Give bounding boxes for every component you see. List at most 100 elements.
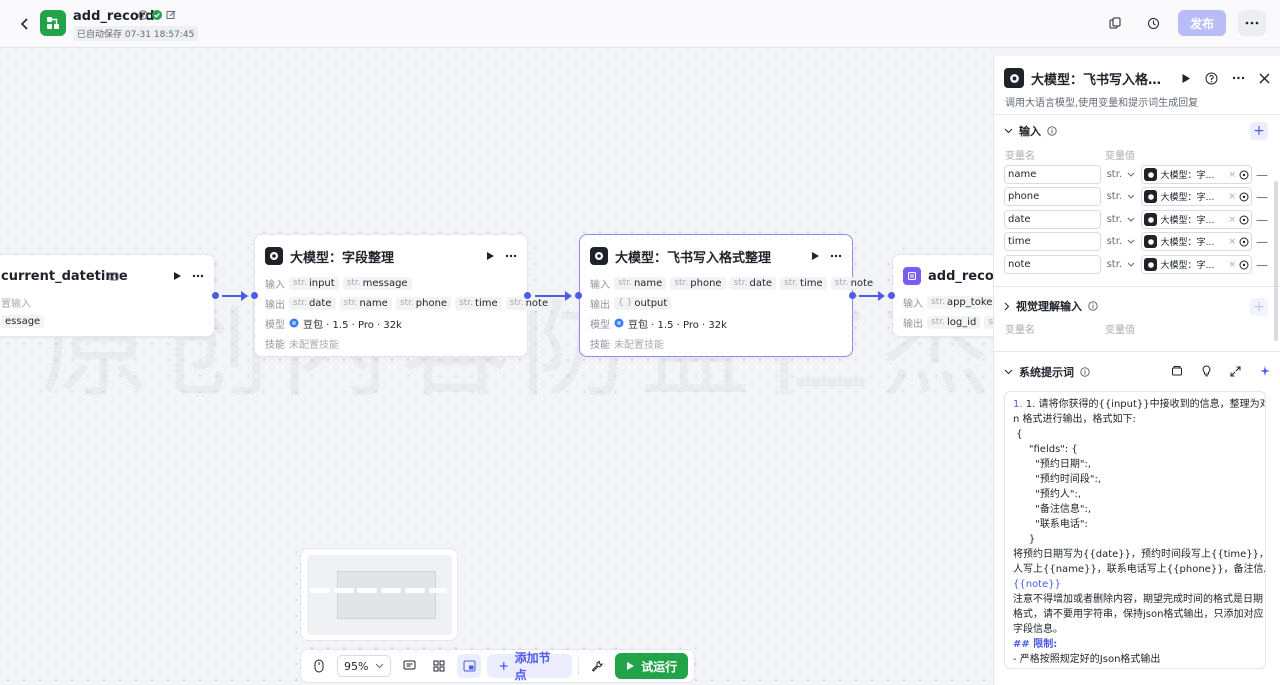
variable-tag: str. log_id [927,315,981,329]
variable-type-select[interactable]: str. [1105,187,1138,206]
mouse-mode-button[interactable] [307,654,331,678]
zoom-select[interactable]: 95% [337,655,392,677]
variable-name-input[interactable]: time [1004,232,1101,251]
variable-value-ref[interactable]: 大模型：字… × [1141,187,1252,206]
layout-button[interactable] [427,654,451,678]
add-input-button[interactable]: + [1250,122,1268,140]
variable-name-input[interactable]: name [1004,165,1101,184]
more-horizontal-icon[interactable] [1232,76,1245,80]
chevron-left-icon [20,18,28,30]
copy-button[interactable] [1102,10,1128,36]
info-icon[interactable] [1047,126,1057,136]
input-port[interactable] [888,292,895,299]
add-node-button[interactable]: 添加节点 [487,651,573,682]
column-header-name: 变量名 [1005,151,1035,162]
node-model-row: 模型 豆包 · 1.5 · Pro · 32k [590,318,727,331]
node-add-record[interactable]: add_record 输入 str.app_token 输出 str.log_i… [892,254,993,337]
output-port[interactable] [524,292,531,299]
variable-value-ref[interactable]: 大模型：字… × [1141,210,1252,229]
variable-name-input[interactable]: phone [1004,187,1101,206]
minimap-node [405,588,425,593]
lightbulb-icon[interactable] [1201,365,1212,377]
tools-button[interactable] [585,654,609,678]
clear-value-icon: × [1228,191,1236,202]
expand-icon[interactable] [1230,366,1241,377]
plus-icon [500,662,508,670]
variable-type-select[interactable]: str. [1105,210,1138,229]
publish-button[interactable]: 发布 [1178,10,1226,36]
connection-edge[interactable] [859,295,879,297]
back-button[interactable] [14,13,36,35]
prompt-library-icon[interactable] [1171,365,1183,377]
help-icon[interactable] [1205,72,1218,85]
llm-icon [1004,68,1024,88]
llm-icon [1144,168,1158,181]
run-node-icon[interactable] [810,251,820,261]
add-vision-input-button[interactable]: + [1250,298,1268,316]
chevron-down-icon [1128,172,1135,177]
remove-variable-button[interactable]: — [1256,190,1268,204]
connection-edge[interactable] [535,295,566,297]
divider [994,351,1280,352]
prompt-line: "备注信息":, [1013,504,1091,515]
node-current-datetime[interactable]: current_datetime 置输入 essage [0,254,215,337]
minimap[interactable] [300,548,458,641]
ai-sparkle-icon[interactable] [1259,365,1271,377]
run-node-icon[interactable] [172,271,182,281]
system-prompt-title[interactable]: 系统提示词 [1004,363,1090,381]
variable-value-ref[interactable]: 大模型：字… × [1141,232,1252,251]
run-node-icon[interactable] [485,251,495,261]
remove-variable-button[interactable]: — [1256,168,1268,182]
input-port[interactable] [575,292,582,299]
edit-icon[interactable] [166,10,176,20]
chevron-down-icon [1128,239,1135,244]
node-title: current_datetime [1,268,128,284]
system-prompt-editor[interactable]: 1. 1. 请将你获得的{{input}}中接收到的信息，整理为对应 Jso n… [1004,391,1266,669]
variable-name-input[interactable]: note [1004,255,1101,274]
info-icon[interactable] [1080,367,1090,377]
target-icon [1239,237,1249,246]
variable-type-select[interactable]: str. [1105,232,1138,251]
variable-value-ref[interactable]: 大模型：字… × [1141,165,1252,184]
node-title: add_record [928,268,993,284]
prompt-line: {{note}} [1013,579,1061,590]
output-port[interactable] [849,292,856,299]
workflow-canvas[interactable]: 原创内容防盗仁杰 current_datetime 置输入 essage 大模型… [0,48,993,685]
panel-title[interactable]: 大模型：飞书写入格… [1031,69,1181,88]
node-llm-field-organize[interactable]: 大模型：字段整理 输入 str. input str. message 输出 str… [254,234,553,357]
node-llm-feishu-format[interactable]: 大模型：飞书写入格式整理 输入 str. name str. phone str. d… [579,234,878,357]
input-section-title[interactable]: 输入 [1004,122,1057,140]
run-node-icon[interactable] [1181,73,1191,84]
history-button[interactable] [1140,10,1166,36]
variable-type-select[interactable]: str. [1105,165,1138,184]
more-horizontal-icon[interactable] [192,274,204,278]
minimap-viewport[interactable] [337,571,436,619]
comment-button[interactable] [397,654,421,678]
prompt-line: "预约日期":, [1013,459,1091,470]
variable-tag: str. note [830,276,878,290]
column-header-name: 变量名 [1005,325,1035,336]
remove-variable-button[interactable]: — [1256,258,1268,272]
vision-section-title[interactable]: 视觉理解输入 [1004,297,1098,315]
remove-variable-button[interactable]: — [1256,235,1268,249]
remove-variable-button[interactable]: — [1256,213,1268,227]
more-horizontal-icon[interactable] [830,254,842,258]
node-output-row: essage [1,313,48,329]
test-run-button[interactable]: 试运行 [615,653,688,679]
more-horizontal-icon[interactable] [505,254,517,258]
info-icon[interactable] [138,10,148,20]
variable-value-ref[interactable]: 大模型：字… × [1141,255,1252,274]
variable-name-input[interactable]: date [1004,210,1101,229]
panel-scrollbar[interactable] [1274,181,1278,341]
input-port[interactable] [251,292,258,299]
divider [994,286,1280,287]
more-button[interactable] [1238,10,1266,36]
variable-type-select[interactable]: str. [1105,255,1138,274]
minimap-toggle-button[interactable] [457,654,482,678]
output-port[interactable] [212,292,219,299]
header-actions: 发布 [1102,10,1266,36]
connection-edge[interactable] [222,295,242,297]
close-icon[interactable] [1259,73,1270,84]
info-icon[interactable] [1088,301,1098,311]
chevron-down-icon [1004,128,1013,134]
